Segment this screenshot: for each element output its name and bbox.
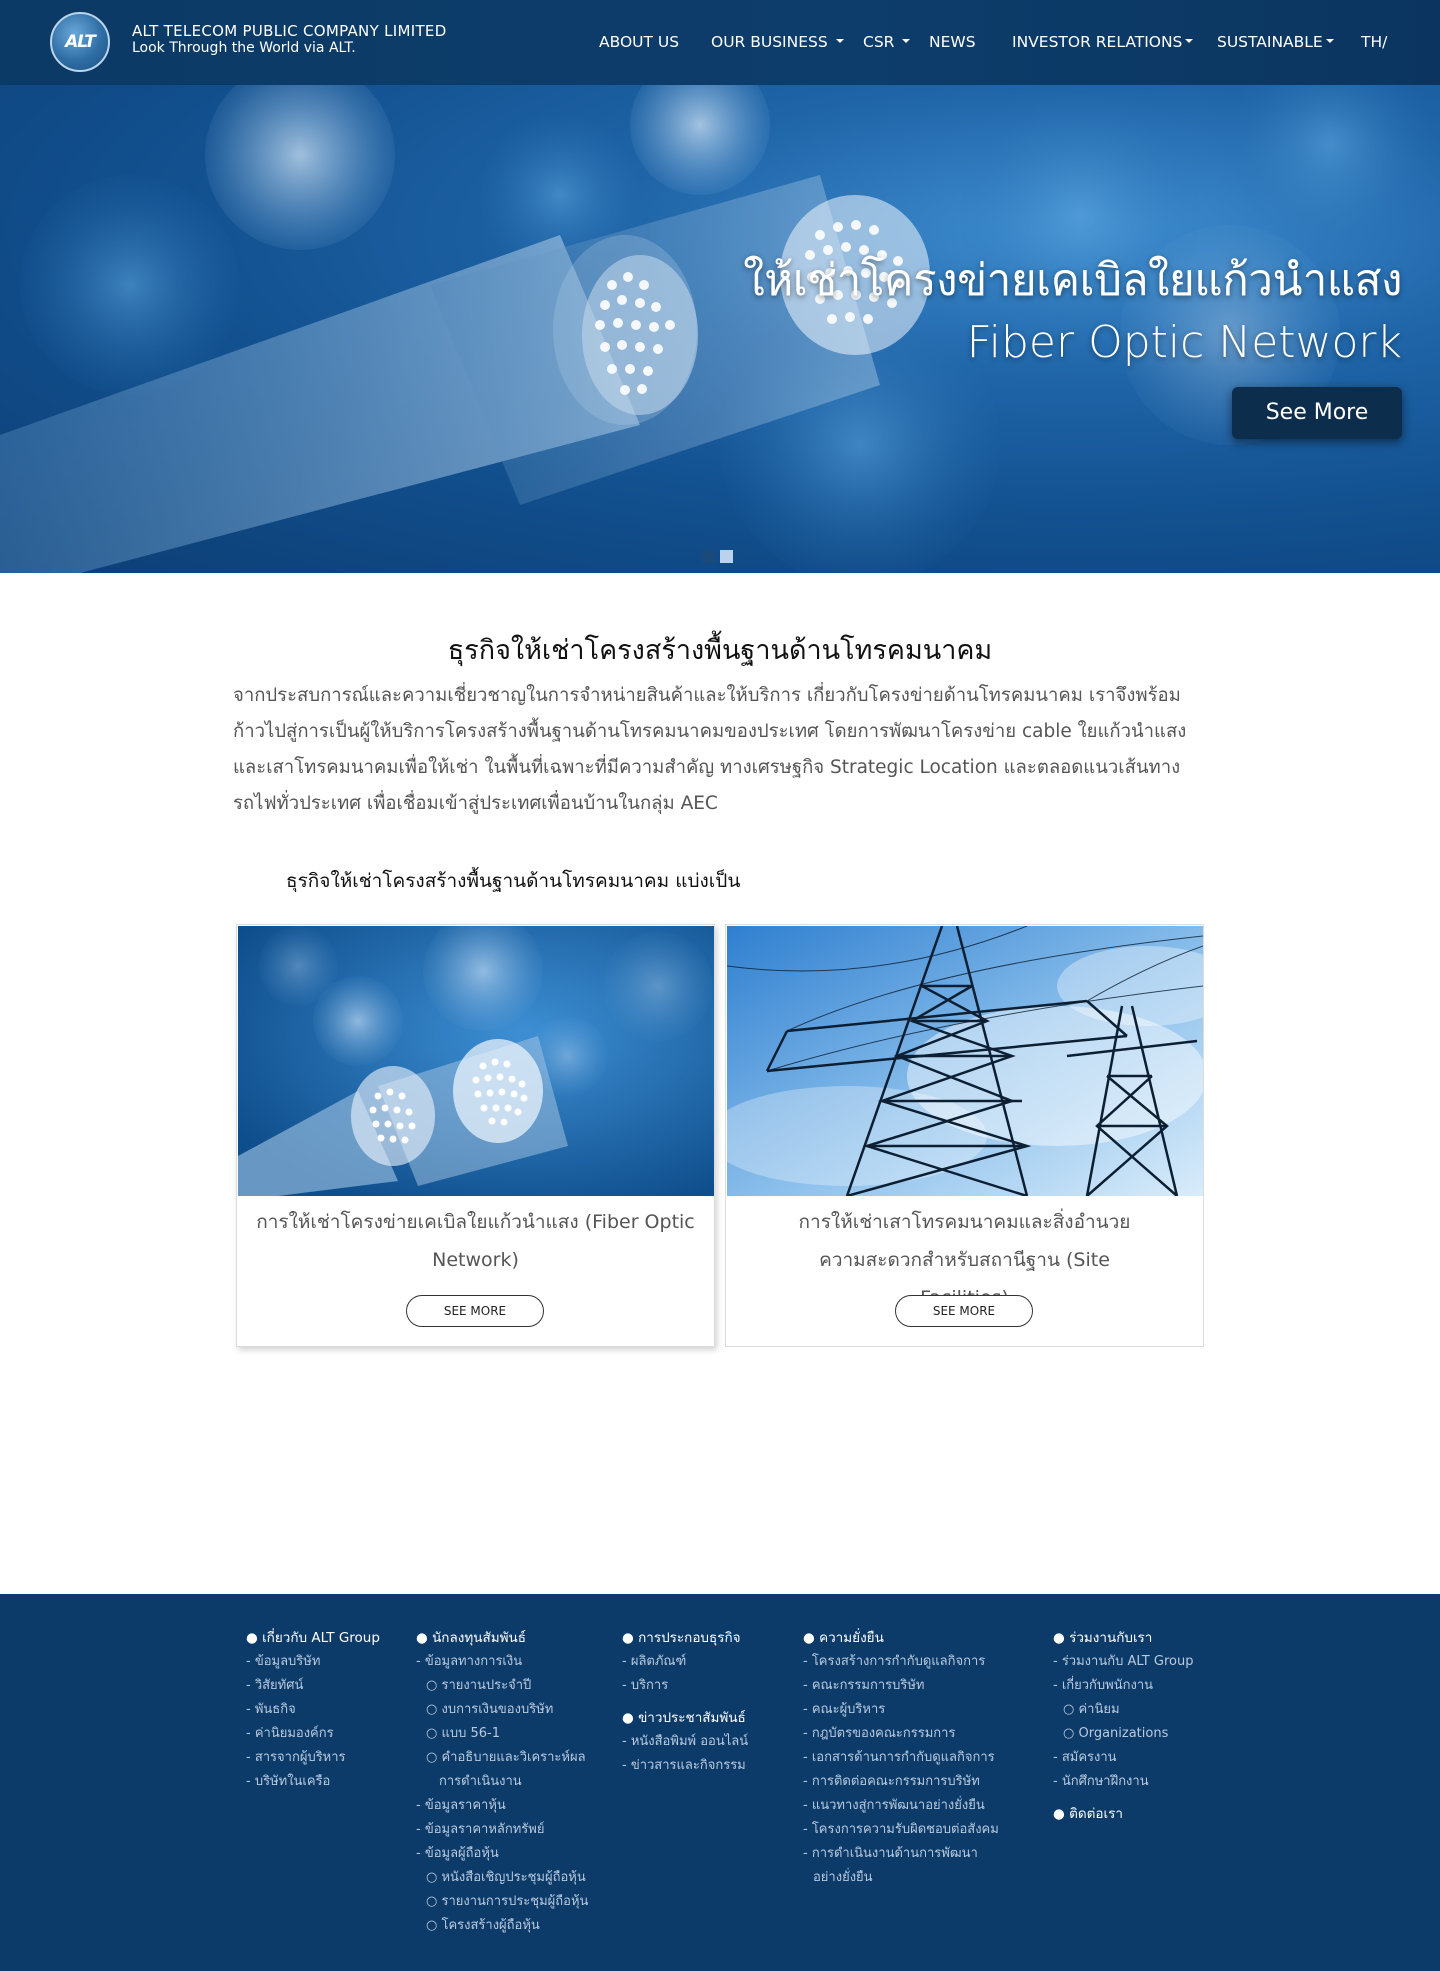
nav-news[interactable]: NEWS <box>929 33 976 51</box>
chevron-down-icon <box>1185 39 1194 43</box>
slider-pagination <box>702 550 733 563</box>
footer-link[interactable]: ○ งบการเงินของบริษัท <box>416 1698 588 1722</box>
footer-link[interactable]: - เกี่ยวกับพนักงาน <box>1053 1674 1193 1698</box>
footer-link[interactable]: - ข้อมูลราคาหุ้น <box>416 1794 588 1818</box>
slider-dot-2[interactable] <box>720 550 733 563</box>
footer-link[interactable]: - หนังสือพิมพ์ ออนไลน์ <box>622 1730 748 1754</box>
footer-link[interactable]: - ข้อมูลบริษัท <box>246 1650 380 1674</box>
intro-paragraph: จากประสบการณ์และความเชี่ยวชาญในการจำหน่า… <box>233 685 1187 814</box>
footer-link[interactable]: - พันธกิจ <box>246 1698 380 1722</box>
footer-link[interactable]: ○ ค่านิยม <box>1053 1698 1193 1722</box>
footer-link[interactable]: - บริการ <box>622 1674 748 1698</box>
footer-link[interactable]: - นักศึกษาฝึกงาน <box>1053 1770 1193 1794</box>
section-title: ธุรกิจให้เช่าโครงสร้างพื้นฐานด้านโทรคมนา… <box>447 635 993 666</box>
footer-col-investor: ● นักลงทุนสัมพันธ์ - ข้อมูลทางการเงิน ○ … <box>416 1626 588 1938</box>
hero-title-thai: ให้เช่าโครงข่ายเคเบิลใยแก้วนำแสง <box>743 255 1402 306</box>
nav-investor-relations-label: INVESTOR RELATIONS <box>1012 33 1183 51</box>
site-footer: ● เกี่ยวกับ ALT Group - ข้อมูลบริษัท - ว… <box>0 1594 1440 1971</box>
footer-link[interactable]: ○ หนังสือเชิญประชุมผู้ถือหุ้น <box>416 1866 588 1890</box>
card-see-more-button[interactable]: SEE MORE <box>895 1295 1033 1327</box>
footer-link[interactable]: ○ โครงสร้างผู้ถือหุ้น <box>416 1914 588 1938</box>
footer-link[interactable]: - กฎบัตรของคณะกรรมการ <box>803 1722 999 1746</box>
footer-link[interactable]: - ข่าวสารและกิจกรรม <box>622 1754 748 1778</box>
footer-heading[interactable]: ● ความยั่งยืน <box>803 1626 999 1650</box>
footer-link[interactable]: - สารจากผู้บริหาร <box>246 1746 380 1770</box>
nav-our-business[interactable]: OUR BUSINESS <box>711 33 844 51</box>
footer-link[interactable]: - สมัครงาน <box>1053 1746 1193 1770</box>
nav-csr-label: CSR <box>863 33 895 51</box>
footer-link[interactable]: - ร่วมงานกับ ALT Group <box>1053 1650 1193 1674</box>
footer-heading[interactable]: ● ร่วมงานกับเรา <box>1053 1626 1193 1650</box>
footer-link[interactable]: ○ รายงานการประชุมผู้ถือหุ้น <box>416 1890 588 1914</box>
main-nav: ABOUT US OUR BUSINESS CSR NEWS INVESTOR … <box>0 0 1440 85</box>
nav-about-us-label: ABOUT US <box>599 33 680 51</box>
footer-link[interactable]: - ค่านิยมองค์กร <box>246 1722 380 1746</box>
footer-link[interactable]: - ผลิตภัณฑ์ <box>622 1650 748 1674</box>
business-subhead: ธุรกิจให้เช่าโครงสร้างพื้นฐานด้านโทรคมนา… <box>286 870 741 892</box>
footer-link[interactable]: - การดำเนินงานด้านการพัฒนา <box>803 1842 999 1866</box>
footer-col-careers: ● ร่วมงานกับเรา - ร่วมงานกับ ALT Group -… <box>1053 1626 1193 1826</box>
footer-link[interactable]: - ข้อมูลผู้ถือหุ้น <box>416 1842 588 1866</box>
nav-sustainable-label: SUSTAINABLE <box>1217 33 1323 51</box>
slider-dot-1[interactable] <box>702 550 715 563</box>
footer-link[interactable]: - โครงการความรับผิดชอบต่อสังคม <box>803 1818 999 1842</box>
footer-link[interactable]: การดำเนินงาน <box>416 1770 588 1794</box>
nav-news-label: NEWS <box>929 33 976 51</box>
site-header: ALT ALT TELECOM PUBLIC COMPANY LIMITED L… <box>0 0 1440 85</box>
card-caption: การให้เช่าโครงข่ายเคเบิลใยแก้วนำแสง (Fib… <box>256 1211 695 1271</box>
transmission-tower-image <box>727 926 1203 1196</box>
hero-see-more-button[interactable]: See More <box>1232 387 1402 439</box>
nav-csr[interactable]: CSR <box>863 33 911 51</box>
footer-link[interactable]: - วิสัยทัศน์ <box>246 1674 380 1698</box>
card-see-more-button[interactable]: SEE MORE <box>406 1295 544 1327</box>
card-fiber-optic: การให้เช่าโครงข่ายเคเบิลใยแก้วนำแสง (Fib… <box>236 924 715 1347</box>
nav-sustainable[interactable]: SUSTAINABLE <box>1217 33 1334 51</box>
chevron-down-icon <box>835 39 844 43</box>
footer-link[interactable]: - คณะกรรมการบริษัท <box>803 1674 999 1698</box>
footer-link[interactable]: - เอกสารด้านการกำกับดูแลกิจการ <box>803 1746 999 1770</box>
footer-link[interactable]: - บริษัทในเครือ <box>246 1770 380 1794</box>
footer-link[interactable]: - ข้อมูลราคาหลักทรัพย์ <box>416 1818 588 1842</box>
nav-language[interactable]: TH/ <box>1361 33 1387 51</box>
footer-heading[interactable]: ● ข่าวประชาสัมพันธ์ <box>622 1706 748 1730</box>
footer-heading[interactable]: ● นักลงทุนสัมพันธ์ <box>416 1626 588 1650</box>
nav-our-business-label: OUR BUSINESS <box>711 33 828 51</box>
footer-contact-link[interactable]: ● ติดต่อเรา <box>1053 1802 1193 1826</box>
footer-heading[interactable]: ● การประกอบธุรกิจ <box>622 1626 748 1650</box>
fiber-optic-image <box>238 926 714 1196</box>
hero-title-english: Fiber Optic Network <box>966 317 1402 368</box>
nav-investor-relations[interactable]: INVESTOR RELATIONS <box>1012 33 1194 51</box>
footer-link[interactable]: ○ รายงานประจำปี <box>416 1674 588 1698</box>
footer-link[interactable]: อย่างยั่งยืน <box>803 1866 999 1890</box>
nav-about-us[interactable]: ABOUT US <box>599 33 679 51</box>
footer-link[interactable]: ○ Organizations <box>1053 1722 1193 1746</box>
footer-link[interactable]: ○ คำอธิบายและวิเคราะห์ผล <box>416 1746 588 1770</box>
footer-heading[interactable]: ● เกี่ยวกับ ALT Group <box>246 1626 380 1650</box>
footer-col-sustainability: ● ความยั่งยืน - โครงสร้างการกำกับดูแลกิจ… <box>803 1626 999 1890</box>
footer-link[interactable]: - การติดต่อคณะกรรมการบริษัท <box>803 1770 999 1794</box>
footer-col-about: ● เกี่ยวกับ ALT Group - ข้อมูลบริษัท - ว… <box>246 1626 380 1794</box>
footer-link[interactable]: ○ แบบ 56-1 <box>416 1722 588 1746</box>
chevron-down-icon <box>902 39 911 43</box>
footer-col-business: ● การประกอบธุรกิจ - ผลิตภัณฑ์ - บริการ ●… <box>622 1626 748 1778</box>
nav-language-label: TH/ <box>1361 33 1388 51</box>
footer-link[interactable]: - ข้อมูลทางการเงิน <box>416 1650 588 1674</box>
chevron-down-icon <box>1325 39 1334 43</box>
card-site-facilities: การให้เช่าเสาโทรคมนาคมและสิ่งอำนวยความสะ… <box>725 924 1204 1347</box>
footer-link[interactable]: - แนวทางสู่การพัฒนาอย่างยั่งยืน <box>803 1794 999 1818</box>
hero-title: ให้เช่าโครงข่ายเคเบิลใยแก้วนำแสง Fiber O… <box>743 250 1402 374</box>
footer-link[interactable]: - คณะผู้บริหาร <box>803 1698 999 1722</box>
hero-banner: ให้เช่าโครงข่ายเคเบิลใยแก้วนำแสง Fiber O… <box>0 85 1440 573</box>
footer-link[interactable]: - โครงสร้างการกำกับดูแลกิจการ <box>803 1650 999 1674</box>
